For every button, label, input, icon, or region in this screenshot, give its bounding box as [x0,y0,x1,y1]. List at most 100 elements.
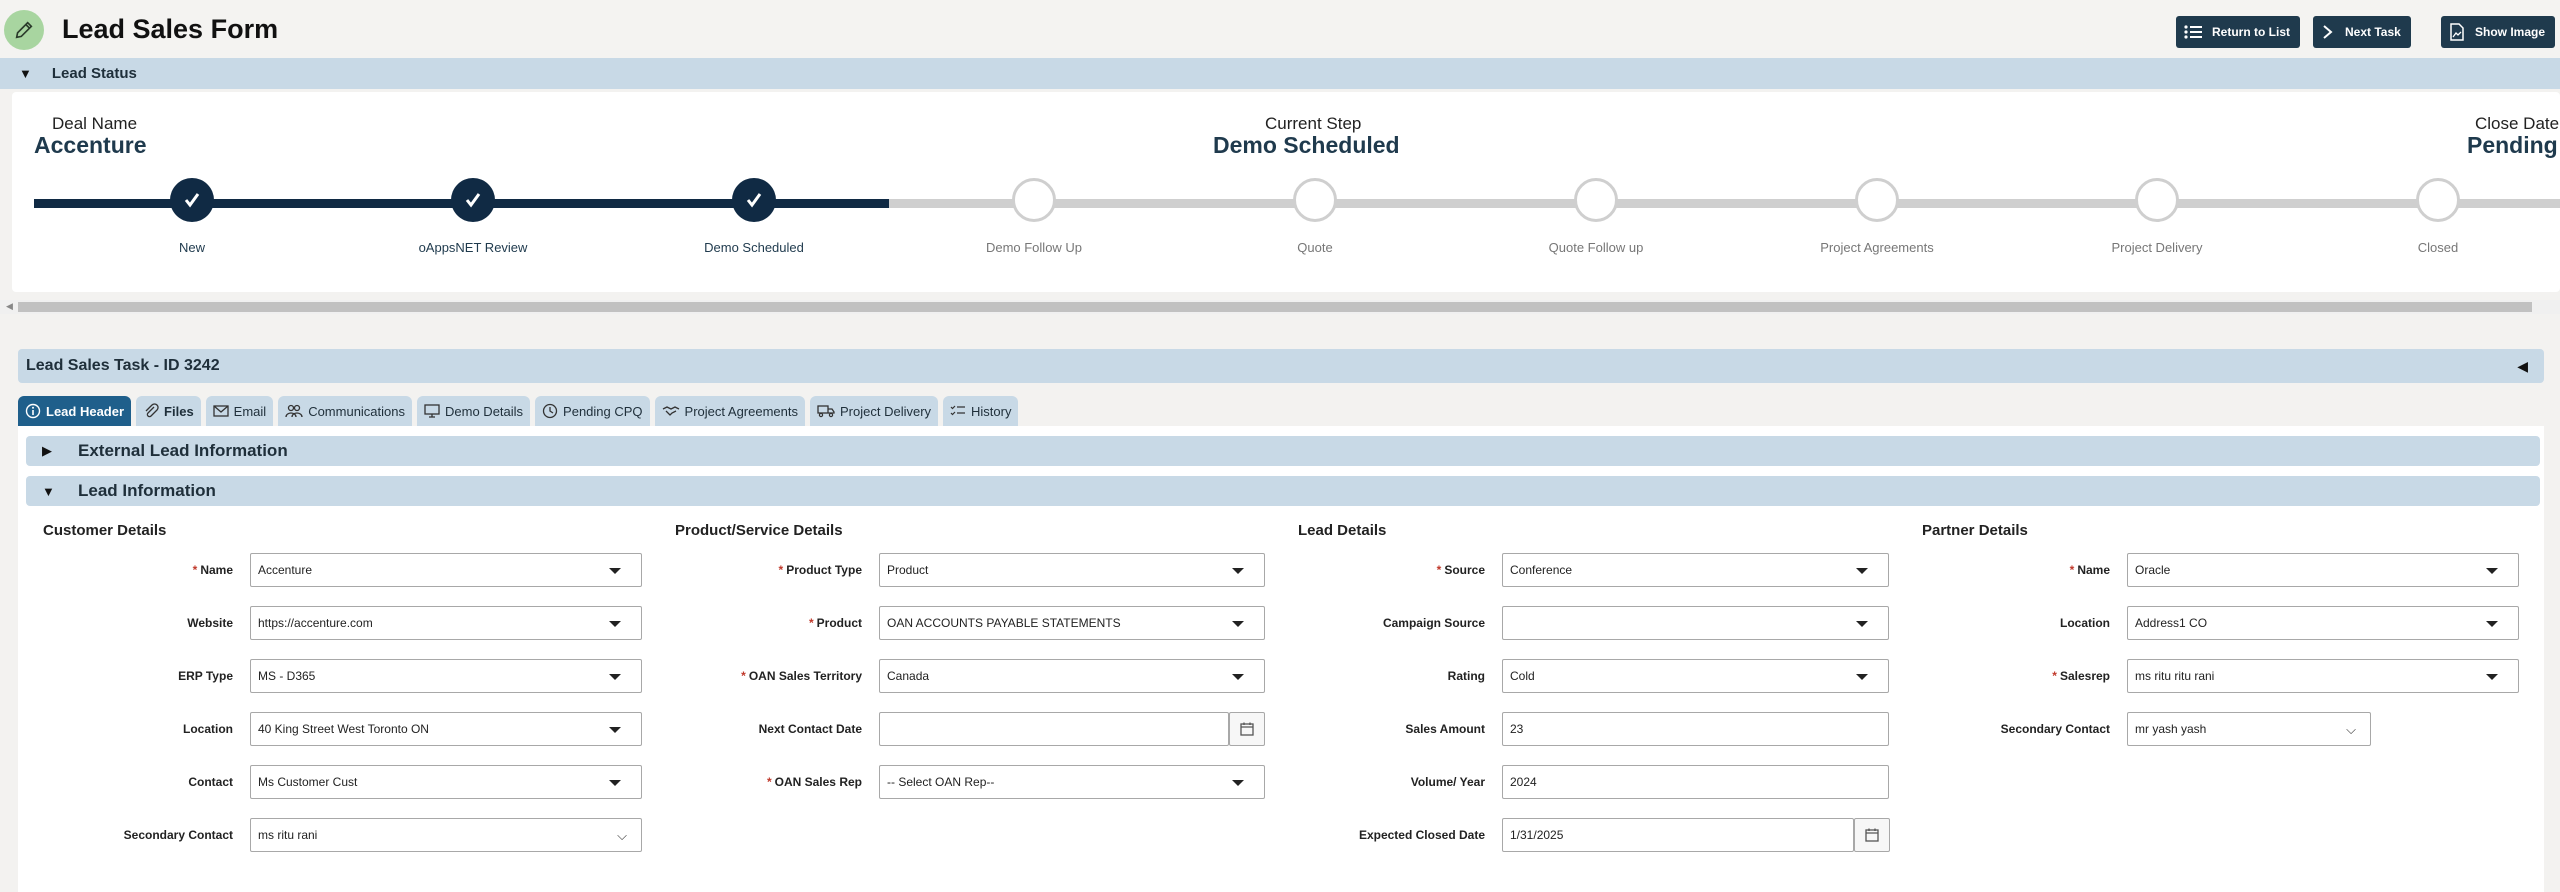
step-label: Demo Scheduled [704,240,804,255]
step-label: oAppsNET Review [418,240,528,255]
step-marker-quote[interactable] [1293,178,1337,222]
rating-select[interactable]: Cold [1502,659,1889,693]
step-label: Project Agreements [1820,240,1934,255]
caret-down-icon [1232,621,1244,627]
lead-status-bar[interactable]: ▼ Lead Status [0,58,2560,89]
customer-details-title: Customer Details [43,522,167,539]
expected-closed-date-input[interactable]: 1/31/2025 [1502,818,1854,852]
task-bar[interactable]: Lead Sales Task - ID 3242 ◀ [18,349,2544,383]
tab-communications[interactable]: Communications [278,396,413,426]
chevron-down-icon: ⌵ [617,828,627,843]
lead-path-panel: Deal Name Accenture Current Step Demo Sc… [12,92,2560,292]
source-label: * Source [1436,563,1485,577]
sales-territory-select[interactable]: Canada [879,659,1265,693]
list-check-icon [950,405,966,416]
customer-secondary-contact-label: Secondary Contact [123,828,233,842]
sales-rep-select[interactable]: -- Select OAN Rep-- [879,765,1265,799]
volume-year-label: Volume/ Year [1410,775,1485,789]
return-to-list-label: Return to List [2212,25,2290,39]
step-marker-new[interactable] [170,178,214,222]
collapse-left-icon[interactable]: ◀ [2517,358,2528,375]
external-lead-section-header[interactable]: ▶ External Lead Information [26,436,2540,466]
caret-down-icon [1232,568,1244,574]
volume-year-input[interactable]: 2024 [1502,765,1889,799]
rating-label: Rating [1447,669,1485,683]
campaign-source-select[interactable] [1502,606,1889,640]
scrollbar-thumb[interactable] [18,302,2532,312]
product-select[interactable]: OAN ACCOUNTS PAYABLE STATEMENTS [879,606,1265,640]
customer-secondary-contact-select[interactable]: ms ritu rani ⌵ [250,818,642,852]
tab-label: History [971,403,1012,419]
tab-email[interactable]: Email [205,396,274,426]
scroll-left-icon[interactable]: ◀ [6,301,13,312]
step-marker-demo-follow-up[interactable] [1012,178,1056,222]
step-marker-quote-follow-up[interactable] [1574,178,1618,222]
tab-label: Communications [308,403,406,419]
tab-project-delivery[interactable]: Project Delivery [810,396,939,426]
info-icon [25,403,41,419]
partner-location-label: Location [2060,616,2110,630]
contact-select[interactable]: Ms Customer Cust [250,765,642,799]
tab-project-agreements[interactable]: Project Agreements [654,396,805,426]
sales-amount-input[interactable]: 23 [1502,712,1889,746]
chevron-down-icon: ⌵ [2346,722,2356,737]
handshake-icon [662,406,679,416]
next-contact-date-input[interactable] [879,712,1229,746]
step-label: New [178,240,205,255]
calendar-icon[interactable] [1229,712,1265,746]
step-marker-project-agreements[interactable] [1855,178,1899,222]
customer-name-select[interactable]: Accenture [250,553,642,587]
step-marker-closed[interactable] [2416,178,2460,222]
caret-down-icon[interactable]: ▼ [19,66,32,81]
caret-down-icon[interactable]: ▼ [42,484,62,499]
tab-pending-cpq[interactable]: Pending CPQ [535,396,650,426]
tab-history[interactable]: History [943,396,1019,426]
step-marker-demo-scheduled[interactable] [732,178,776,222]
tab-label: Files [164,403,194,419]
caret-down-icon [609,780,621,786]
sales-amount-label: Sales Amount [1405,722,1485,736]
next-task-label: Next Task [2345,25,2401,39]
partner-name-select[interactable]: Oracle [2127,553,2519,587]
step-marker-project-delivery[interactable] [2135,178,2179,222]
lead-information-section-header[interactable]: ▼ Lead Information [26,476,2540,506]
partner-secondary-contact-select[interactable]: mr yash yash ⌵ [2127,712,2371,746]
return-to-list-button[interactable]: Return to List [2176,16,2300,48]
caret-down-icon [1232,780,1244,786]
tab-lead-header[interactable]: Lead Header [18,396,132,426]
step-label: Quote Follow up [1548,240,1644,255]
chevron-right-icon [2323,25,2333,39]
truck-icon [817,405,835,418]
section-title: External Lead Information [78,441,288,460]
partner-location-select[interactable]: Address1 CO [2127,606,2519,640]
lead-status-label: Lead Status [51,65,137,82]
source-select[interactable]: Conference [1502,553,1889,587]
next-task-button[interactable]: Next Task [2313,16,2411,48]
caret-down-icon [2486,568,2498,574]
partner-name-label: * Name [2069,563,2110,577]
deal-name-value: Accenture [34,132,147,158]
product-type-select[interactable]: Product [879,553,1265,587]
caret-down-icon [609,727,621,733]
tab-demo-details[interactable]: Demo Details [417,396,531,426]
sales-rep-label: * OAN Sales Rep [766,775,862,789]
caret-right-icon[interactable]: ▶ [42,443,62,459]
caret-down-icon [1232,674,1244,680]
show-image-button[interactable]: Show Image [2441,16,2556,48]
calendar-icon[interactable] [1854,818,1890,852]
salesrep-select[interactable]: ms ritu ritu rani [2127,659,2519,693]
horizontal-scrollbar[interactable]: ◀ [0,300,2560,314]
step-marker-oappsnet-review[interactable] [451,178,495,222]
tab-files[interactable]: Files [136,396,201,426]
step-label: Project Delivery [2111,240,2203,255]
task-title: Lead Sales Task - ID 3242 [26,357,220,374]
partner-secondary-contact-label: Secondary Contact [2000,722,2110,736]
check-icon [184,193,200,208]
erp-type-select[interactable]: MS - D365 [250,659,642,693]
check-icon [746,193,762,208]
customer-location-select[interactable]: 40 King Street West Toronto ON [250,712,642,746]
product-details-title: Product/Service Details [675,522,843,539]
partner-details-title: Partner Details [1922,522,2028,539]
website-select[interactable]: https://accenture.com [250,606,642,640]
contact-label: Contact [188,775,233,789]
